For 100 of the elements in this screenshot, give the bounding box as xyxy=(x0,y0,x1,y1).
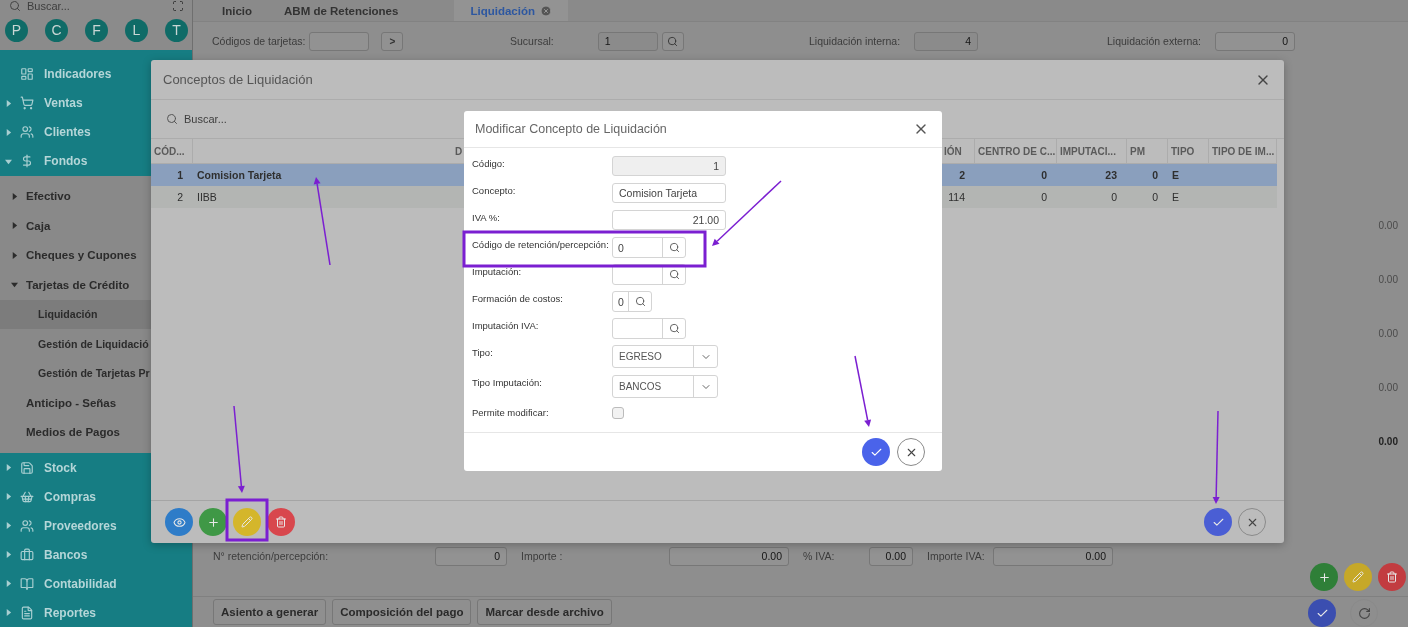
input-field[interactable] xyxy=(309,31,370,51)
menu-icon xyxy=(20,576,34,591)
field-label: Formación de costos: xyxy=(472,292,564,305)
select-field[interactable]: EGRESO xyxy=(612,345,718,369)
amount-text: 0.00 xyxy=(1378,382,1398,393)
menu-item[interactable]: Caja xyxy=(0,211,192,241)
input-field[interactable]: 1 xyxy=(597,31,658,51)
shortcut-button[interactable]: L xyxy=(125,18,148,42)
search-icon[interactable] xyxy=(668,269,680,281)
menu-icon xyxy=(20,489,34,504)
number-field[interactable]: 21.00 xyxy=(612,210,726,231)
refresh-icon xyxy=(1357,606,1371,620)
action-button[interactable]: Marcar desde archivo xyxy=(477,599,612,625)
table-cell: E xyxy=(1168,164,1209,186)
field-label: Concepto: xyxy=(472,184,517,197)
menu-item[interactable]: Tarjetas de Crédito xyxy=(0,270,192,300)
search-field[interactable]: Buscar... xyxy=(27,0,166,13)
field-label: Imputación IVA: xyxy=(472,319,540,332)
add-button[interactable] xyxy=(199,508,227,536)
add-button[interactable] xyxy=(1310,563,1338,591)
code-field: 1 xyxy=(612,156,726,177)
field-label: Imputación: xyxy=(472,265,523,278)
readonly-field: 4 xyxy=(914,31,979,51)
delete-button[interactable] xyxy=(1378,563,1406,591)
tab[interactable]: Liquidación xyxy=(454,0,568,21)
caret-icon xyxy=(5,609,12,616)
confirm-button[interactable] xyxy=(862,438,890,466)
table-cell: 0 xyxy=(1057,186,1127,208)
cancel-button[interactable] xyxy=(897,438,925,466)
search-icon[interactable] xyxy=(634,296,646,308)
menu-item[interactable]: Bancos xyxy=(0,540,192,569)
highlight-frame xyxy=(225,498,269,542)
fullscreen-icon[interactable] xyxy=(172,0,184,13)
caret-icon xyxy=(11,281,18,289)
pencil-icon xyxy=(241,516,253,528)
menu-icon xyxy=(20,605,34,620)
field-label: Liquidación externa: xyxy=(1107,35,1201,47)
action-button[interactable]: Asiento a generar xyxy=(213,599,327,625)
edit-button[interactable] xyxy=(1344,563,1372,591)
annotation-arrow xyxy=(854,355,872,427)
menu-item[interactable]: Contabilidad xyxy=(0,569,192,598)
view-button[interactable] xyxy=(165,508,193,536)
menu-icon xyxy=(20,125,34,139)
field-label: Sucursal: xyxy=(510,35,554,47)
select-field[interactable]: BANCOS xyxy=(612,375,718,399)
table-cell xyxy=(1209,186,1277,208)
lookup-field[interactable]: 0 xyxy=(612,291,652,313)
table-cell: 0 xyxy=(975,186,1057,208)
eye-icon xyxy=(172,515,186,529)
text-field[interactable]: Comision Tarjeta xyxy=(612,183,726,204)
field-label: Permite modificar: xyxy=(472,406,550,419)
search-icon[interactable] xyxy=(668,323,680,335)
tab[interactable]: Inicio xyxy=(206,0,269,21)
confirm-button[interactable] xyxy=(1204,508,1232,536)
lookup-field[interactable]: 0 xyxy=(612,237,686,259)
confirm-button[interactable] xyxy=(1308,599,1336,627)
search-icon[interactable] xyxy=(668,242,680,254)
action-button[interactable]: Composición del pago xyxy=(332,599,472,625)
table-cell: 2 xyxy=(151,186,193,208)
caret-icon xyxy=(5,493,12,500)
menu-item[interactable]: Compras xyxy=(0,482,192,511)
input-field[interactable]: 0 xyxy=(435,546,507,566)
table-cell: 23 xyxy=(1057,164,1127,186)
search-button[interactable] xyxy=(661,31,684,51)
shortcut-button[interactable]: C xyxy=(45,18,68,42)
caret-icon xyxy=(11,192,18,200)
input-field[interactable]: 0.00 xyxy=(869,546,913,566)
search-field[interactable]: Buscar... xyxy=(184,113,1284,125)
close-tab-icon[interactable] xyxy=(539,4,552,17)
tab[interactable]: ABM de Retenciones xyxy=(268,0,415,21)
input-field[interactable]: 0.00 xyxy=(993,546,1113,566)
shortcut-button[interactable]: T xyxy=(165,18,188,42)
menu-item[interactable]: Stock xyxy=(0,453,192,482)
lookup-field[interactable] xyxy=(612,318,686,340)
caret-icon xyxy=(5,522,12,529)
search-icon xyxy=(9,0,21,13)
shortcut-button[interactable]: F xyxy=(85,18,108,42)
cancel-button[interactable] xyxy=(1238,508,1266,536)
amount-text: 0.00 xyxy=(1378,436,1398,447)
caret-icon xyxy=(5,157,12,165)
menu-item[interactable]: Reportes xyxy=(0,598,192,627)
caret-icon xyxy=(11,251,18,259)
menu-icon xyxy=(20,154,34,168)
go-button[interactable]: > xyxy=(381,31,404,51)
field-label: Tipo Imputación: xyxy=(472,376,543,389)
amount-text: 0.00 xyxy=(1378,328,1398,339)
table-cell: E xyxy=(1168,186,1209,208)
amount-text: 0.00 xyxy=(1378,274,1398,285)
input-field[interactable]: 0 xyxy=(1215,31,1295,51)
checkbox[interactable] xyxy=(612,407,624,420)
search-icon xyxy=(667,35,679,47)
caret-icon xyxy=(5,464,12,471)
menu-item[interactable]: Proveedores xyxy=(0,511,192,540)
search-icon xyxy=(166,113,178,125)
field-label: Código de retención/percepción: xyxy=(472,238,610,251)
lookup-field[interactable] xyxy=(612,264,686,286)
delete-button[interactable] xyxy=(267,508,295,536)
menu-item[interactable]: Cheques y Cupones xyxy=(0,240,192,270)
shortcut-button[interactable]: P xyxy=(5,18,28,42)
input-field[interactable]: 0.00 xyxy=(669,546,789,566)
